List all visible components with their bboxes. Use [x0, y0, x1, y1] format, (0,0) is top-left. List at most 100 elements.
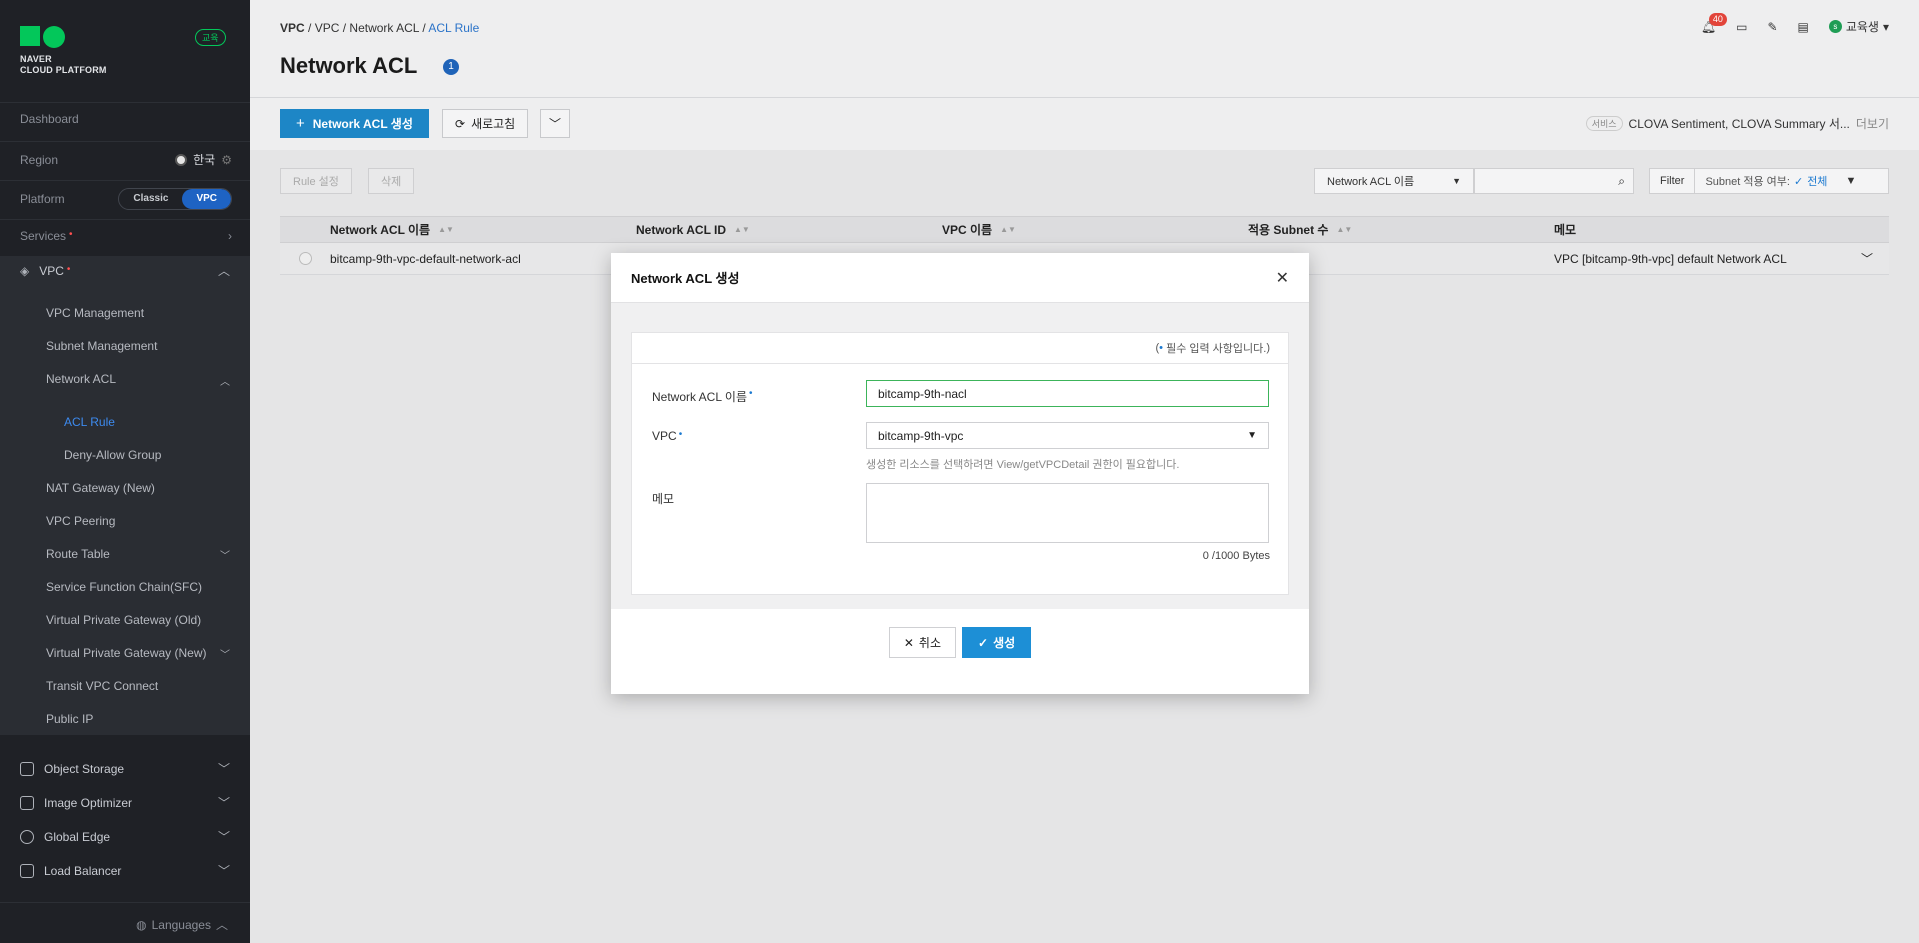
close-icon[interactable]: ✕	[1276, 268, 1289, 288]
globe-icon	[20, 829, 34, 844]
region-label: Region	[20, 152, 59, 167]
platform-classic-option[interactable]: Classic	[119, 189, 182, 209]
acl-name-cell: bitcamp-9th-vpc-default-network-acl	[330, 251, 521, 266]
dashboard-label: Dashboard	[20, 112, 79, 126]
vpc-label: VPC •	[652, 429, 683, 443]
cancel-button[interactable]: ✕ 취소	[888, 627, 956, 658]
sidebar-item-global-edge[interactable]: Global Edge ﹀	[20, 828, 230, 845]
more-link[interactable]: 더보기	[1856, 115, 1889, 132]
breadcrumb-item[interactable]: VPC	[315, 21, 340, 35]
sidebar-item-services[interactable]: Services • ›	[20, 229, 232, 243]
sidebar-item-vpc-management[interactable]: VPC Management	[46, 306, 144, 320]
vpc-menu-group: ◈ VPC • ︿ VPC Management Subnet Managemen…	[0, 256, 250, 735]
sidebar-item-object-storage[interactable]: Object Storage ﹀	[20, 760, 230, 777]
region-settings-icon[interactable]: ⚙	[221, 153, 232, 167]
service-info: 서비스 CLOVA Sentiment, CLOVA Summary 서... …	[1585, 115, 1889, 132]
breadcrumb-item[interactable]: VPC	[280, 21, 305, 35]
modal-header: Network ACL 생성 ✕	[611, 253, 1309, 303]
sidebar-item-acl-rule[interactable]: ACL Rule	[64, 415, 115, 429]
notification-button[interactable]: 🔔︎ 40	[1701, 12, 1727, 34]
logo-text: NAVER CLOUD PLATFORM	[20, 54, 107, 75]
chevron-down-icon: ﹀	[217, 864, 230, 878]
sidebar-item-sfc[interactable]: Service Function Chain(SFC)	[46, 580, 202, 594]
search-icon[interactable]: ⌕	[1618, 174, 1625, 189]
sidebar-item-image-optimizer[interactable]: Image Optimizer ﹀	[20, 794, 230, 811]
sidebar-item-public-ip[interactable]: Public IP	[46, 712, 93, 726]
user-name: 교육생	[1845, 20, 1879, 34]
column-header[interactable]: 적용 Subnet 수 ▲▼	[1248, 221, 1554, 238]
global-edge-label: Global Edge	[44, 829, 111, 844]
more-dropdown-button[interactable]: ﹀	[540, 109, 571, 138]
column-header[interactable]: Network ACL ID ▲▼	[636, 223, 942, 237]
modal-title: Network ACL 생성	[631, 271, 740, 286]
search-input[interactable]: ⌕	[1474, 168, 1634, 194]
column-header[interactable]: VPC 이름 ▲▼	[942, 221, 1248, 238]
platform-vpc-option[interactable]: VPC	[182, 189, 231, 209]
chevron-up-icon: ︿	[217, 264, 230, 278]
chevron-up-icon: ︿	[220, 377, 230, 388]
user-menu[interactable]: s 교육생 ▾	[1828, 18, 1889, 35]
sidebar-item-subnet-management[interactable]: Subnet Management	[46, 339, 157, 353]
chat-icon[interactable]: ▭	[1736, 20, 1747, 34]
sidebar-item-vpc[interactable]: ◈ VPC • ︿	[20, 262, 230, 279]
sidebar-item-nat-gateway[interactable]: NAT Gateway (New)	[46, 481, 155, 495]
acl-name-input[interactable]: bitcamp-9th-nacl	[866, 380, 1269, 407]
chevron-right-icon: ›	[228, 229, 232, 243]
caret-down-icon: ▼	[1845, 175, 1857, 187]
divider	[0, 180, 250, 181]
book-icon[interactable]: ▤	[1798, 20, 1809, 34]
create-button[interactable]: ✓ 생성	[962, 627, 1032, 658]
rule-settings-button[interactable]: Rule 설정	[280, 168, 352, 194]
platform-label: Platform	[20, 192, 65, 206]
column-header: 메모	[1554, 223, 1577, 237]
vpc-icon: ◈	[20, 263, 30, 278]
refresh-button[interactable]: ⟳ 새로고침	[442, 109, 529, 138]
filter-group: Filter Subnet 적용 여부: ✓ 전체 ▼	[1649, 168, 1889, 194]
modal-body: (• 필수 입력 사항입니다.) Network ACL 이름 • bitcamp…	[611, 303, 1309, 609]
region-row: Region 한국 ⚙	[20, 151, 232, 168]
sidebar-item-vpg-new[interactable]: Virtual Private Gateway (New)	[46, 646, 207, 660]
sidebar-item-dashboard[interactable]: Dashboard	[20, 112, 232, 126]
table-header: Network ACL 이름 ▲▼ Network ACL ID ▲▼ VPC 이름…	[280, 216, 1889, 243]
create-network-acl-button[interactable]: + Network ACL 생성	[280, 109, 429, 138]
region-value[interactable]: 한국	[193, 151, 215, 168]
sidebar-item-vpc-peering[interactable]: VPC Peering	[46, 514, 115, 528]
sidebar: NAVER CLOUD PLATFORM 교육 Dashboard Region…	[0, 0, 250, 943]
delete-button[interactable]: 삭제	[368, 168, 415, 194]
memo-cell: VPC [bitcamp-9th-vpc] default Network AC…	[1554, 251, 1787, 266]
region-flag-icon	[175, 153, 188, 166]
sidebar-item-load-balancer[interactable]: Load Balancer ﹀	[20, 862, 230, 879]
memo-textarea[interactable]	[866, 483, 1269, 543]
create-acl-modal: Network ACL 생성 ✕ (• 필수 입력 사항입니다.) Networ…	[611, 253, 1309, 694]
search-field-select[interactable]: Network ACL 이름 ▼	[1314, 168, 1474, 194]
languages-button[interactable]: ◍ Languages ︿	[136, 916, 228, 933]
check-icon: ✓	[978, 635, 989, 650]
breadcrumb: VPC / VPC / Network ACL / ACL Rule	[280, 21, 480, 35]
column-header[interactable]: Network ACL 이름 ▲▼	[330, 221, 636, 238]
chevron-down-icon[interactable]: ﹀	[1861, 250, 1873, 267]
filter-button[interactable]: Filter	[1650, 169, 1696, 193]
edit-icon[interactable]: ✎	[1767, 20, 1777, 34]
sidebar-item-deny-allow-group[interactable]: Deny-Allow Group	[64, 448, 161, 462]
globe-icon: ◍	[136, 917, 147, 932]
toolbar: + Network ACL 생성 ⟳ 새로고침 ﹀ 서비스 CLOVA Sent…	[250, 98, 1919, 150]
check-icon: ✓	[1793, 175, 1804, 188]
sort-icon: ▲▼	[438, 225, 454, 234]
count-badge: 1	[443, 59, 459, 75]
storage-icon	[20, 761, 34, 776]
subnet-filter-select[interactable]: Subnet 적용 여부: ✓ 전체 ▼	[1695, 173, 1866, 189]
sidebar-item-transit-vpc[interactable]: Transit VPC Connect	[46, 679, 158, 693]
sidebar-item-network-acl[interactable]: Network ACL	[46, 372, 116, 386]
divider	[0, 219, 250, 220]
platform-toggle[interactable]: Classic VPC	[118, 188, 232, 210]
sidebar-item-route-table[interactable]: Route Table	[46, 547, 110, 561]
breadcrumb-item[interactable]: Network ACL	[349, 21, 419, 35]
chevron-down-icon: ﹀	[549, 117, 562, 131]
sidebar-item-vpg-old[interactable]: Virtual Private Gateway (Old)	[46, 613, 201, 627]
notification-badge: 40	[1708, 12, 1727, 26]
naver-cloud-logo[interactable]: NAVER CLOUD PLATFORM	[20, 26, 107, 76]
vpc-select[interactable]: bitcamp-9th-vpc ▼	[866, 422, 1269, 449]
env-badge: 교육	[195, 29, 226, 46]
row-radio[interactable]	[298, 252, 312, 265]
sort-icon: ▲▼	[1000, 225, 1016, 234]
